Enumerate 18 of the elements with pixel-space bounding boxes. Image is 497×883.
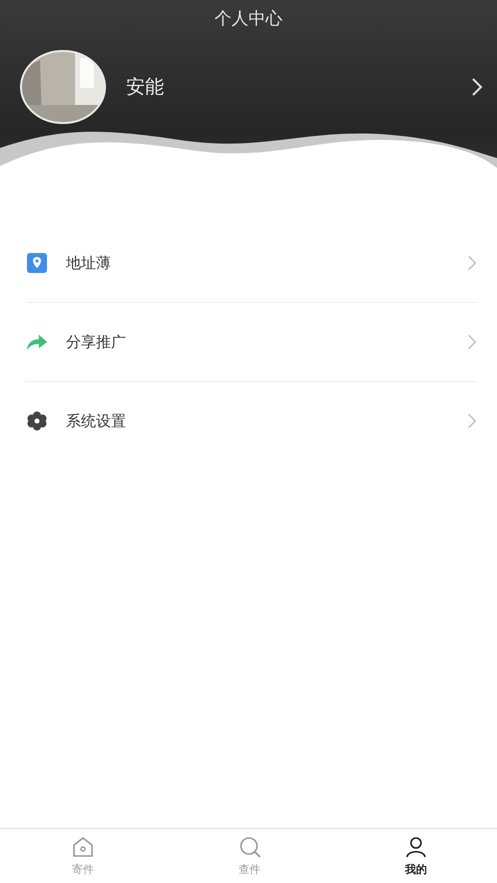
menu-item[interactable]: 系统设置	[26, 382, 477, 460]
search-icon	[238, 835, 262, 859]
menu-item[interactable]: 地址薄	[26, 224, 477, 303]
menu-label: 地址薄	[66, 254, 112, 272]
home-icon	[71, 835, 95, 859]
user-icon	[404, 835, 428, 859]
chevron-right-icon	[467, 254, 477, 272]
chevron-right-icon[interactable]	[471, 77, 483, 97]
user-name: 安能	[126, 75, 165, 100]
chevron-right-icon	[467, 333, 477, 351]
chevron-right-icon	[467, 412, 477, 430]
menu-item[interactable]: 分享推广	[26, 303, 477, 382]
share-arrow-icon	[26, 332, 48, 352]
tab[interactable]: 我的	[391, 829, 441, 883]
page-title: 个人中心	[214, 8, 282, 30]
menu-label: 分享推广	[66, 332, 127, 352]
menu-label: 系统设置	[66, 412, 127, 430]
location-pin-icon	[26, 253, 48, 273]
